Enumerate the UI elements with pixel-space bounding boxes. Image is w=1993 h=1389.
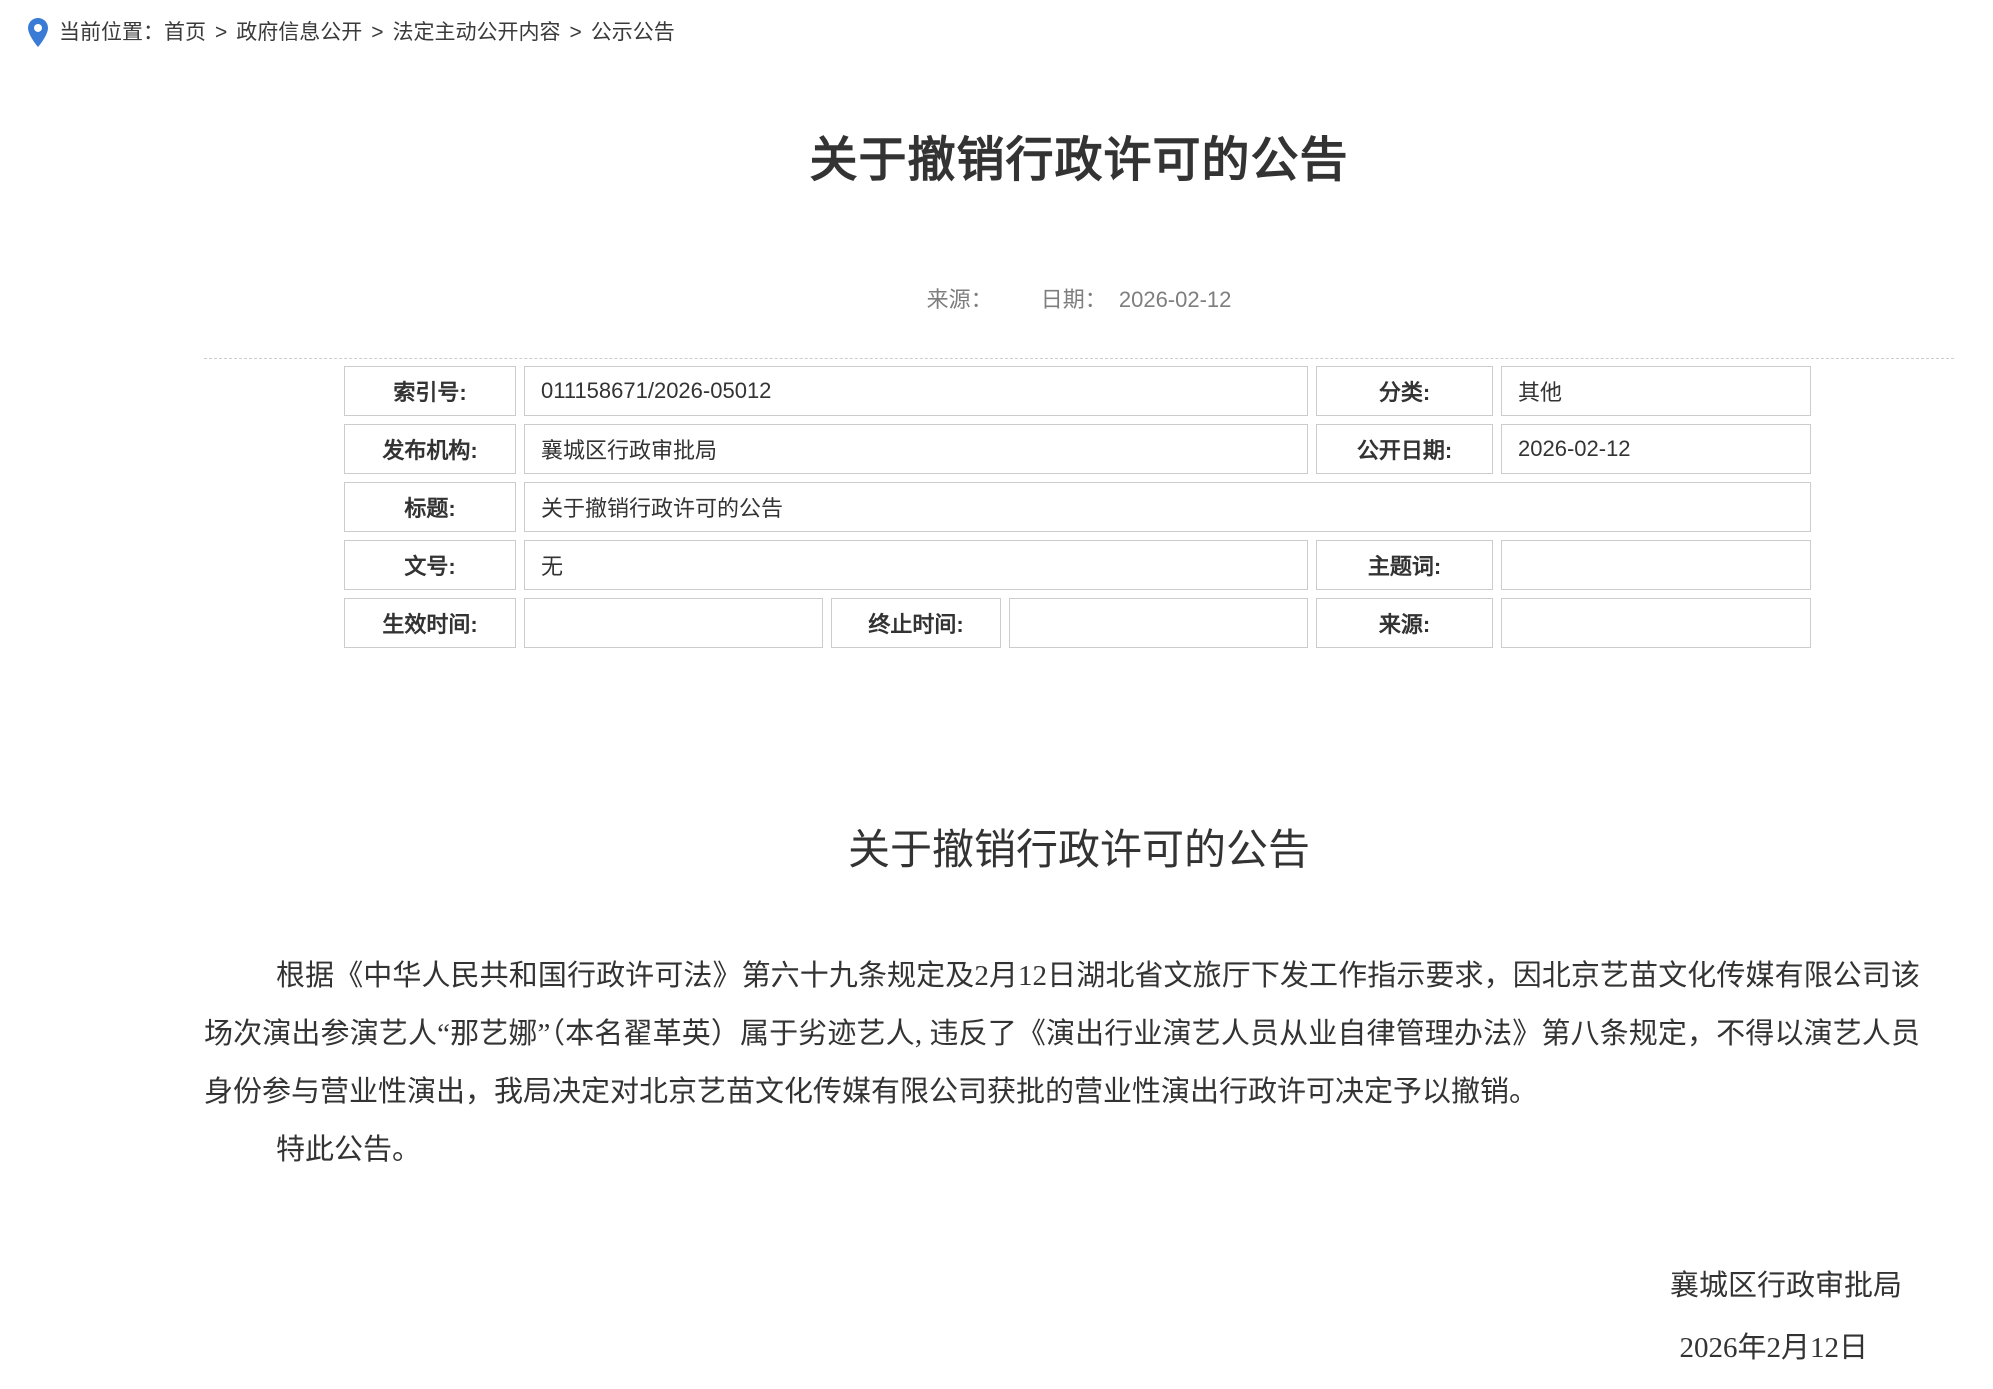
signature-date: 2026年2月12日 [204,1319,1954,1377]
breadcrumb-prefix: 当前位置： [59,18,164,48]
field-value-doc-no: 无 [524,540,1308,590]
field-label-publish-date: 公开日期: [1316,424,1493,474]
breadcrumb-link-home[interactable]: 首页 [164,18,206,48]
field-label-doc-no: 文号: [344,540,516,590]
page-title: 关于撤销行政许可的公告 [204,120,1954,190]
location-pin-icon [27,18,49,47]
field-label-issuing-org: 发布机构: [344,424,516,474]
field-value-category: 其他 [1501,366,1811,416]
breadcrumb-link-public-notice[interactable]: 公示公告 [591,18,675,48]
date-value: 2026-02-12 [1119,287,1232,312]
dashed-divider [204,358,1954,359]
article-body: 关于撤销行政许可的公告 根据《中华人民共和国行政许可法》第六十九条规定及2月12… [204,816,1954,1377]
field-label-title: 标题: [344,482,516,532]
table-row: 文号: 无 主题词: [344,540,1811,590]
field-value-index-no: 011158671/2026-05012 [524,366,1308,416]
breadcrumb: 当前位置： 首页 > 政府信息公开 > 法定主动公开内容 > 公示公告 [0,0,1993,48]
meta-line: 来源： 日期： 2026-02-12 [204,282,1954,314]
signature-org: 襄城区行政审批局 [204,1257,1954,1315]
table-row: 标题: 关于撤销行政许可的公告 [344,482,1811,532]
signature-block: 襄城区行政审批局 2026年2月12日 [204,1257,1954,1377]
article-heading: 关于撤销行政许可的公告 [204,816,1954,877]
breadcrumb-link-govinfo[interactable]: 政府信息公开 [236,18,362,48]
field-label-keywords: 主题词: [1316,540,1493,590]
field-value-keywords [1501,540,1811,590]
page: 当前位置： 首页 > 政府信息公开 > 法定主动公开内容 > 公示公告 关于撤销… [0,0,1993,1389]
breadcrumb-link-legal-disclosure[interactable]: 法定主动公开内容 [393,18,561,48]
table-row: 发布机构: 襄城区行政审批局 公开日期: 2026-02-12 [344,424,1811,474]
table-row: 生效时间: 终止时间: 来源: [344,598,1811,648]
breadcrumb-separator: > [570,18,582,48]
field-label-end-time: 终止时间: [831,598,1001,648]
info-table: 索引号: 011158671/2026-05012 分类: 其他 发布机构: 襄… [344,366,1811,648]
field-label-effective-time: 生效时间: [344,598,516,648]
breadcrumb-separator: > [215,18,227,48]
field-value-effective-time [524,598,823,648]
field-label-source: 来源: [1316,598,1493,648]
field-value-end-time [1009,598,1308,648]
breadcrumb-separator: > [371,18,383,48]
field-value-publish-date: 2026-02-12 [1501,424,1811,474]
field-value-issuing-org: 襄城区行政审批局 [524,424,1308,474]
field-value-source [1501,598,1811,648]
field-label-index-no: 索引号: [344,366,516,416]
article-paragraph: 根据《中华人民共和国行政许可法》第六十九条规定及2月12日湖北省文旅厅下发工作指… [204,947,1920,1121]
article-closing-line: 特此公告。 [204,1121,1920,1179]
field-label-category: 分类: [1316,366,1493,416]
field-value-title: 关于撤销行政许可的公告 [524,482,1811,532]
source-label: 来源： [927,287,993,312]
table-row: 索引号: 011158671/2026-05012 分类: 其他 [344,366,1811,416]
date-label: 日期： [1041,287,1107,312]
